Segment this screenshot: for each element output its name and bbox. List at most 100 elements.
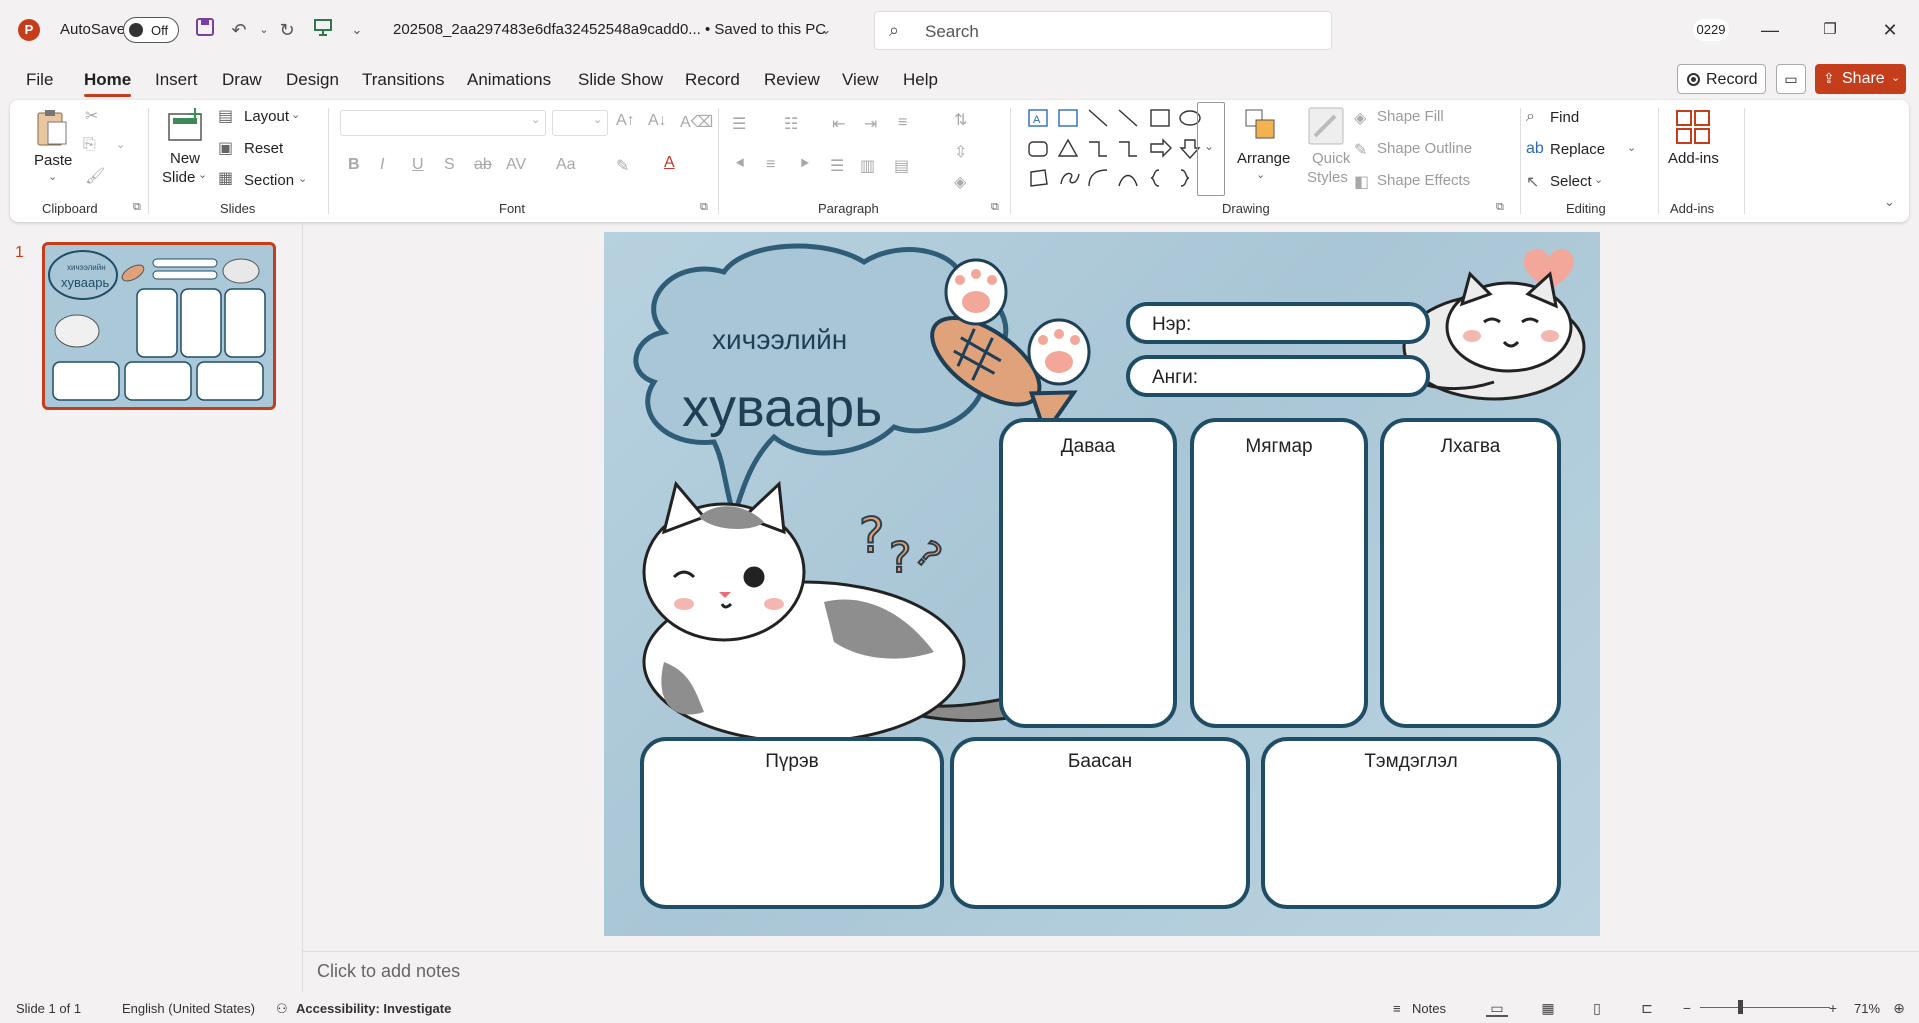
align-left-icon[interactable]: ⯇ xyxy=(734,156,747,174)
drawing-launcher-icon[interactable]: ⧉ xyxy=(1496,201,1504,214)
line-spacing-icon[interactable]: ≡ xyxy=(898,114,907,132)
decrease-indent-icon[interactable]: ⇤ xyxy=(832,114,845,134)
slide-canvas[interactable]: ? ? ? хичээлийн хуваарь Нэр: Анги: Даваа… xyxy=(604,232,1600,936)
normal-view-icon[interactable]: ▭ xyxy=(1486,999,1508,1017)
user-avatar[interactable]: 0229 xyxy=(1693,19,1729,41)
name-field[interactable]: Нэр: xyxy=(1126,302,1430,344)
new-slide-label-2[interactable]: Slide xyxy=(162,169,195,186)
reading-view-icon[interactable]: ▯ xyxy=(1586,999,1608,1017)
grow-font-icon[interactable]: A↑ xyxy=(616,112,635,130)
day-box-thursday[interactable]: Пүрэв xyxy=(640,737,944,909)
notes-toggle-icon[interactable]: ≡ xyxy=(1393,1001,1401,1016)
search-box[interactable]: ⌕ Search xyxy=(874,11,1332,50)
paragraph-launcher-icon[interactable]: ⧉ xyxy=(991,201,999,214)
align-text-icon[interactable]: ⇳ xyxy=(954,142,967,162)
record-button[interactable]: Record xyxy=(1677,64,1766,94)
reset-icon[interactable]: ▣ xyxy=(218,138,233,158)
document-title[interactable]: 202508_2aa297483e6dfa32452548a9cadd0... … xyxy=(393,21,826,38)
close-icon[interactable]: ✕ xyxy=(1875,15,1905,45)
replace-label[interactable]: Replace xyxy=(1550,141,1605,158)
language-indicator[interactable]: English (United States) xyxy=(122,1001,255,1016)
text-shadow-icon[interactable]: S xyxy=(444,156,455,174)
shrink-font-icon[interactable]: A↓ xyxy=(648,112,667,130)
zoom-out-icon[interactable]: − xyxy=(1676,999,1698,1017)
paste-label[interactable]: Paste xyxy=(34,152,72,169)
tab-draw[interactable]: Draw xyxy=(222,70,262,90)
tab-review[interactable]: Review xyxy=(764,70,820,90)
add-ins-icon[interactable] xyxy=(1674,108,1712,146)
find-label[interactable]: Find xyxy=(1550,109,1579,126)
layout-dropdown-icon[interactable]: ⌄ xyxy=(291,108,300,121)
slide-title-small[interactable]: хичээлийн xyxy=(712,324,847,356)
select-label[interactable]: Select xyxy=(1550,173,1592,190)
accessibility-icon[interactable]: ⚇ xyxy=(276,1001,288,1017)
distribute-icon[interactable]: ▥ xyxy=(860,156,875,176)
clipboard-launcher-icon[interactable]: ⧉ xyxy=(133,201,141,214)
day-box-friday[interactable]: Баасан xyxy=(950,737,1250,909)
zoom-level[interactable]: 71% xyxy=(1854,1001,1880,1016)
font-color-icon[interactable]: A xyxy=(664,154,675,172)
fit-slide-icon[interactable]: ⊕ xyxy=(1888,999,1910,1017)
restore-icon[interactable]: ❐ xyxy=(1815,15,1845,45)
autosave-toggle[interactable]: Off xyxy=(123,17,179,43)
section-icon[interactable]: ▦ xyxy=(218,168,233,188)
zoom-slider-track[interactable] xyxy=(1700,1007,1830,1008)
share-button[interactable]: ⇪ Share ⌄ xyxy=(1815,64,1906,94)
copy-dropdown-icon[interactable]: ⌄ xyxy=(116,138,125,151)
new-slide-dropdown-icon[interactable]: ⌄ xyxy=(198,168,207,181)
clear-formatting-icon[interactable]: A⌫ xyxy=(680,112,713,132)
new-slide-icon[interactable] xyxy=(165,108,205,144)
align-center-icon[interactable]: ≡ xyxy=(766,156,775,174)
zoom-in-icon[interactable]: + xyxy=(1822,999,1844,1017)
tab-design[interactable]: Design xyxy=(286,70,339,90)
replace-icon[interactable]: ab xyxy=(1526,140,1544,158)
font-name-dropdown-icon[interactable]: ⌄ xyxy=(531,113,540,126)
replace-dropdown-icon[interactable]: ⌄ xyxy=(1627,141,1636,154)
notes-box[interactable]: Тэмдэглэл xyxy=(1261,737,1561,909)
shape-outline-label[interactable]: Shape Outline xyxy=(1377,140,1472,157)
quick-styles-label-1[interactable]: Quick xyxy=(1312,150,1350,167)
tab-record[interactable]: Record xyxy=(685,70,740,90)
tab-transitions[interactable]: Transitions xyxy=(362,70,445,90)
notes-toggle-label[interactable]: Notes xyxy=(1412,1001,1446,1016)
shape-effects-label[interactable]: Shape Effects xyxy=(1377,172,1470,189)
slide-thumbnail[interactable]: хичээлийн хуваарь xyxy=(42,242,276,410)
character-spacing-icon[interactable]: AV xyxy=(506,156,526,174)
text-direction-icon[interactable]: ⇅ xyxy=(954,110,967,130)
tab-slide-show[interactable]: Slide Show xyxy=(578,70,663,90)
tab-file[interactable]: File xyxy=(26,70,53,90)
tab-view[interactable]: View xyxy=(842,70,879,90)
copy-icon[interactable]: ⎘ xyxy=(83,136,96,154)
find-icon[interactable]: ⌕ xyxy=(1526,108,1535,126)
layout-icon[interactable]: ▤ xyxy=(218,106,233,126)
select-dropdown-icon[interactable]: ⌄ xyxy=(1594,173,1603,186)
numbering-icon[interactable]: ☷ xyxy=(784,114,798,134)
bold-icon[interactable]: B xyxy=(348,156,360,174)
align-right-icon[interactable]: ⯈ xyxy=(798,156,811,174)
add-ins-label[interactable]: Add-ins xyxy=(1668,150,1719,167)
smartart-icon[interactable]: ◈ xyxy=(954,172,966,192)
cut-icon[interactable]: ✂ xyxy=(85,106,98,126)
italic-icon[interactable]: I xyxy=(380,156,384,174)
notes-pane[interactable]: Click to add notes xyxy=(303,951,1919,993)
undo-icon[interactable]: ↶ xyxy=(226,17,252,43)
quick-styles-label-2[interactable]: Styles xyxy=(1307,169,1348,186)
strikethrough-icon[interactable]: ab xyxy=(474,156,492,174)
font-launcher-icon[interactable]: ⧉ xyxy=(700,201,708,214)
arrange-icon[interactable] xyxy=(1242,106,1278,146)
customize-toolbar-icon[interactable]: ⌄ xyxy=(344,17,370,43)
shape-fill-label[interactable]: Shape Fill xyxy=(1377,108,1444,125)
tab-animations[interactable]: Animations xyxy=(467,70,551,90)
ribbon-collapse-icon[interactable]: ⌄ xyxy=(1884,194,1895,210)
present-icon[interactable] xyxy=(310,17,336,43)
paste-dropdown-icon[interactable]: ⌄ xyxy=(48,170,57,183)
change-case-icon[interactable]: Aa xyxy=(556,156,576,174)
increase-indent-icon[interactable]: ⇥ xyxy=(864,114,877,134)
shape-outline-icon[interactable]: ✎ xyxy=(1354,140,1367,160)
font-name-combo[interactable] xyxy=(340,110,546,136)
shapes-gallery[interactable]: A xyxy=(1023,102,1209,198)
comments-icon[interactable]: ▭ xyxy=(1776,64,1806,94)
arrange-label[interactable]: Arrange xyxy=(1237,150,1290,167)
slideshow-view-icon[interactable]: ⊏ xyxy=(1636,999,1658,1017)
layout-label[interactable]: Layout xyxy=(244,108,289,125)
